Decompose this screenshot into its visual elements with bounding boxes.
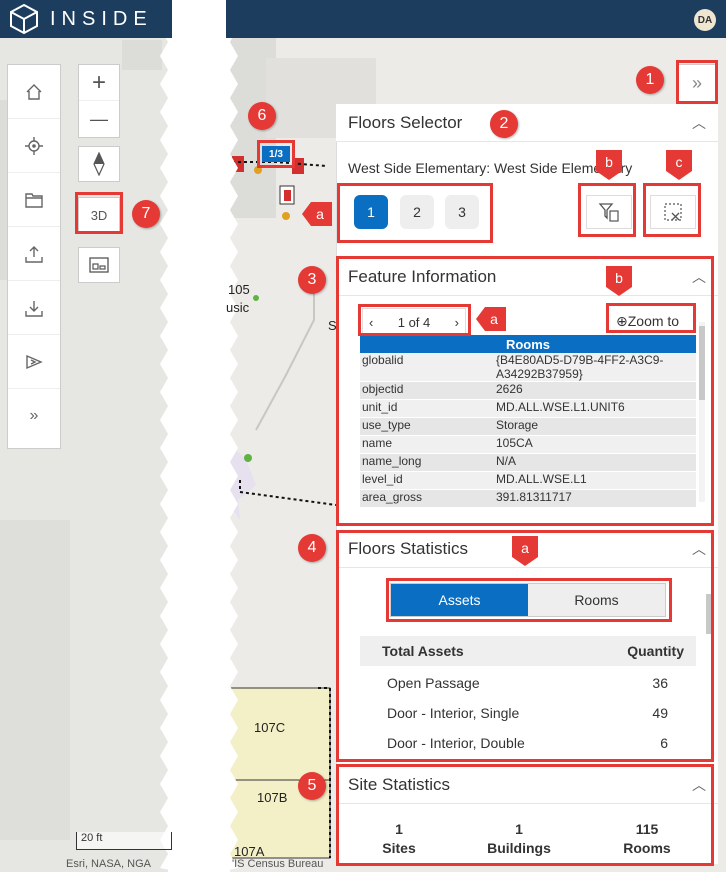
callout-box <box>386 578 672 622</box>
callout-box <box>676 60 718 104</box>
callout-box <box>578 183 636 237</box>
sketch-button[interactable] <box>8 335 60 389</box>
section-title: Floors Selector <box>348 112 463 132</box>
annotation-badge: 3 <box>298 266 326 294</box>
compass-button[interactable] <box>78 146 120 182</box>
attribution-right: 'IS Census Bureau <box>232 858 324 870</box>
annotation-badge: 4 <box>298 534 326 562</box>
upload-button[interactable] <box>8 227 60 281</box>
annotation-badge: 1 <box>636 66 664 94</box>
home-icon <box>26 83 42 100</box>
layers-button[interactable] <box>8 173 60 227</box>
callout-box <box>336 256 714 526</box>
building-name: West Side Elementary: West Side Elementa… <box>348 160 633 176</box>
download-button[interactable] <box>8 281 60 335</box>
map-label: 107A <box>234 844 265 859</box>
map-label: usic <box>226 300 250 315</box>
locate-button[interactable] <box>8 119 60 173</box>
avatar[interactable]: DA <box>694 9 716 31</box>
attribution-left: Esri, NASA, NGA <box>66 858 151 870</box>
callout-box <box>643 183 701 237</box>
app-logo-icon <box>10 3 38 35</box>
zoom-out-button[interactable]: — <box>79 101 119 137</box>
zoom-control: + — <box>78 64 120 138</box>
map-label: 105 <box>228 282 250 297</box>
tear-edge-right <box>218 0 238 872</box>
callout-box <box>358 304 471 336</box>
annotation-badge: 6 <box>248 102 276 130</box>
left-toolbar: » <box>7 64 61 449</box>
app-header: INSIDE <box>0 0 172 38</box>
app-header-right: DA <box>226 0 726 38</box>
locate-icon <box>25 136 43 155</box>
chevron-up-icon[interactable]: ︿ <box>692 113 706 133</box>
expand-icon: » <box>29 407 39 424</box>
upload-icon <box>25 245 43 263</box>
callout-box <box>337 183 493 243</box>
map-label: 107B <box>257 790 288 805</box>
callout-box <box>336 764 714 866</box>
home-button[interactable] <box>8 65 60 119</box>
scale-bar: 20 ft <box>76 832 172 850</box>
sketch-icon <box>26 354 43 369</box>
map-frame-icon <box>89 257 109 273</box>
callout-box <box>75 192 123 234</box>
zoom-in-button[interactable]: + <box>79 65 119 101</box>
folder-icon <box>25 192 43 208</box>
basemap-button[interactable] <box>78 247 120 283</box>
map-label: 107C <box>254 720 286 735</box>
app-title: INSIDE <box>50 7 153 30</box>
callout-box <box>606 303 696 333</box>
floors-selector-header[interactable]: Floors Selector ︿ <box>336 104 718 142</box>
annotation-badge: 5 <box>298 772 326 800</box>
compass-icon <box>93 152 105 176</box>
download-icon <box>25 300 43 317</box>
toolbar-expand-button[interactable]: » <box>8 389 60 443</box>
callout-box <box>257 140 295 168</box>
annotation-badge: 2 <box>490 110 518 138</box>
annotation-badge: 7 <box>132 200 160 228</box>
floor-plan <box>226 156 337 859</box>
